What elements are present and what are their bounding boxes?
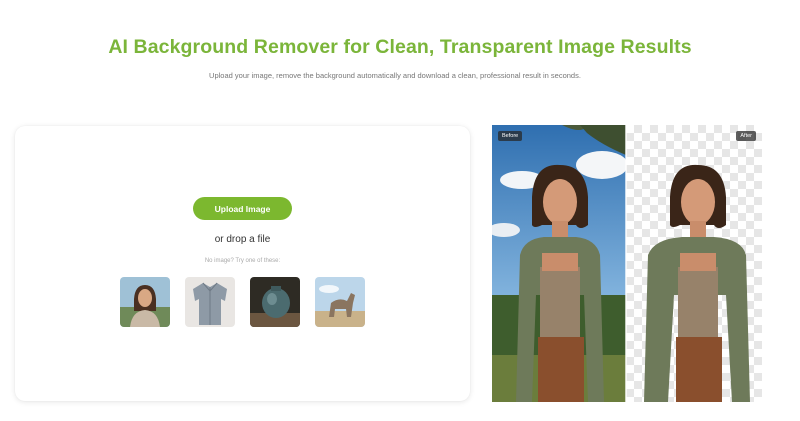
- sample-hint: No image? Try one of these:: [204, 258, 281, 264]
- compare-divider-handle[interactable]: [625, 125, 627, 402]
- sample-vase[interactable]: [250, 277, 300, 327]
- upload-card[interactable]: Upload Image or drop a file No image? Tr…: [15, 126, 470, 401]
- before-image: [492, 125, 626, 402]
- sample-woman-portrait[interactable]: [120, 277, 170, 327]
- sample-shirt[interactable]: [185, 277, 235, 327]
- after-image: [626, 125, 762, 402]
- before-label: Before: [498, 131, 523, 141]
- upload-image-button[interactable]: Upload Image: [193, 197, 292, 220]
- before-after-comparison[interactable]: Before After: [492, 125, 762, 402]
- sample-dog[interactable]: [315, 277, 365, 327]
- page-subtitle: Upload your image, remove the background…: [209, 71, 581, 80]
- drop-file-text: or drop a file: [214, 234, 271, 245]
- after-label: After: [736, 131, 756, 141]
- page-title: AI Background Remover for Clean, Transpa…: [108, 36, 692, 58]
